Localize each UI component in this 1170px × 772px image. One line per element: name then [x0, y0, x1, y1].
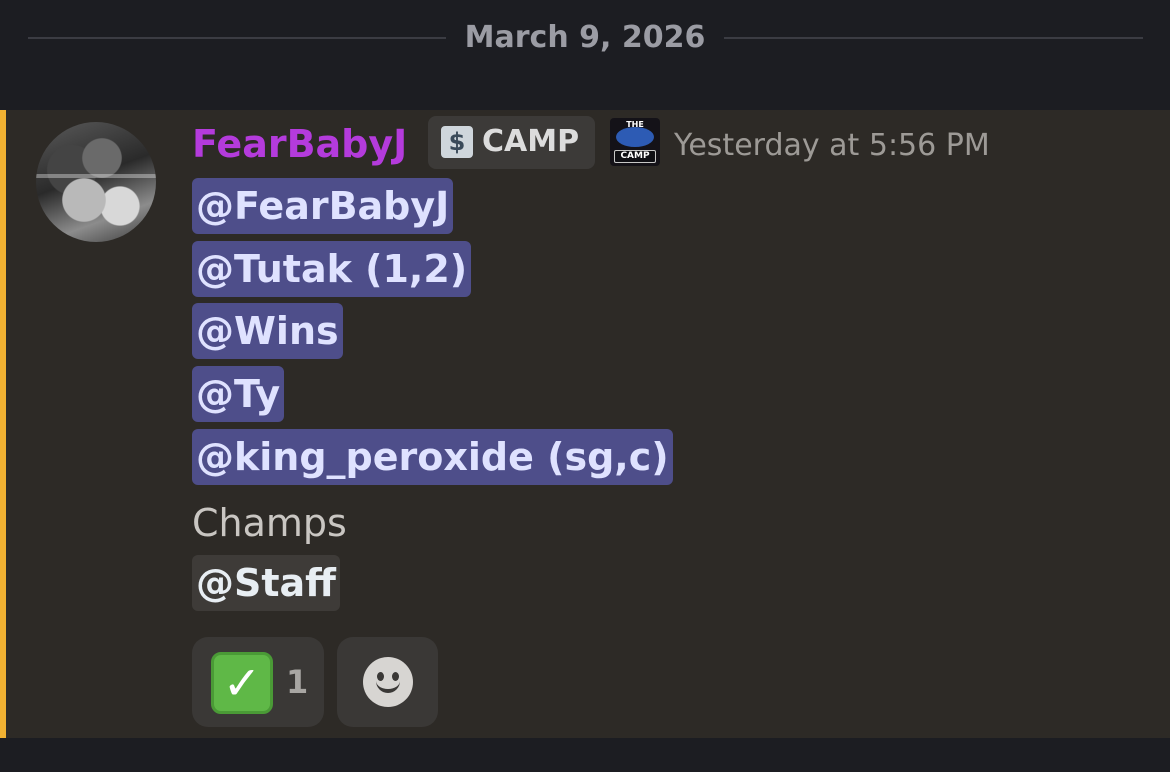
add-reaction-smiley-icon [363, 657, 413, 707]
reaction-count: 1 [286, 663, 309, 701]
divider-line-left [28, 37, 446, 39]
chat-view: March 9, 2026 FearBabyJ $ CAMP THE CAMP … [0, 0, 1170, 772]
add-reaction-button[interactable] [337, 637, 438, 727]
reaction-check[interactable]: ✓ 1 [192, 637, 324, 727]
user-mention[interactable]: @FearBabyJ [192, 178, 454, 234]
message-highlighted[interactable]: FearBabyJ $ CAMP THE CAMP Yesterday at 5… [0, 110, 1170, 738]
message-author[interactable]: FearBabyJ [192, 122, 407, 166]
check-mark-button-icon: ✓ [211, 652, 273, 714]
user-mention[interactable]: @Ty [192, 366, 285, 422]
date-divider: March 9, 2026 [0, 0, 1170, 78]
server-tag-label: CAMP [482, 124, 580, 159]
date-divider-label: March 9, 2026 [464, 20, 706, 55]
mention-highlight-bar [0, 110, 6, 738]
user-mention[interactable]: @king_peroxide (sg,c) [192, 429, 673, 485]
message-text: Champs [192, 501, 347, 545]
user-mention[interactable]: @Tutak (1,2) [192, 241, 472, 297]
server-tag[interactable]: $ CAMP [428, 116, 595, 169]
avatar[interactable] [36, 122, 156, 242]
message-timestamp[interactable]: Yesterday at 5:56 PM [674, 126, 990, 166]
camp-badge-icon[interactable]: THE CAMP [610, 118, 660, 166]
user-mention[interactable]: @Wins [192, 303, 343, 359]
badge-bottom-text: CAMP [614, 150, 656, 163]
server-tag-icon: $ [441, 126, 473, 158]
role-mention[interactable]: @Staff [192, 555, 340, 611]
divider-line-right [724, 37, 1143, 39]
